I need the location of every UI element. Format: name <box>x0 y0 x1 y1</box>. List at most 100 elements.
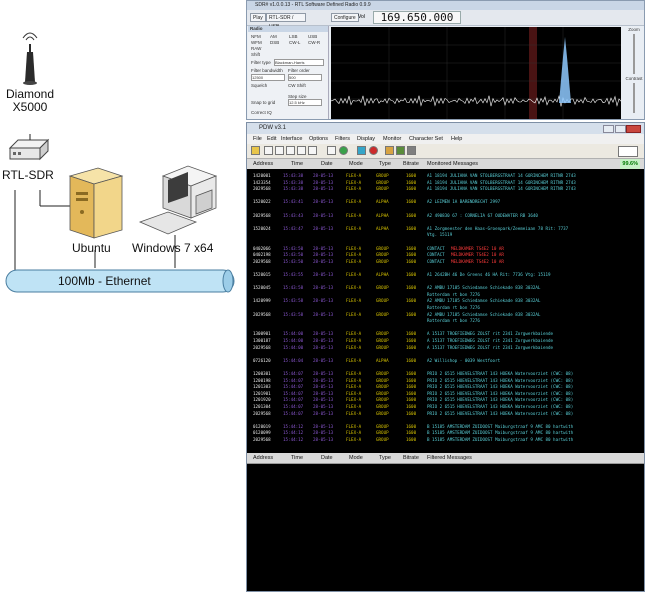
filter-col-type[interactable]: Type <box>379 453 391 463</box>
menu-help[interactable]: Help <box>451 134 462 144</box>
contrast-label: Contrast <box>625 76 643 81</box>
filter-order-input[interactable]: 500 <box>288 74 322 81</box>
col-messages[interactable]: Monitored Messages <box>427 159 478 169</box>
row-address: 1420999 <box>253 298 271 304</box>
copy2-icon[interactable] <box>275 146 284 155</box>
configure-button[interactable]: Configure <box>331 13 359 22</box>
document-icon[interactable] <box>308 146 317 155</box>
row-type: ALPHA <box>376 212 389 218</box>
filter-icon[interactable] <box>385 146 394 155</box>
filtered-messages-list[interactable] <box>247 464 644 591</box>
row-mode: FLEX-A <box>346 430 362 436</box>
row-time: 15:43:38 <box>283 186 304 192</box>
spectrum-display[interactable] <box>331 27 621 119</box>
paste2-icon[interactable] <box>297 146 306 155</box>
device-select[interactable]: RTL-SDR / USB <box>266 13 306 30</box>
menu-interface[interactable]: Interface <box>281 134 302 144</box>
filter-type-select[interactable]: Blackman-Harris <box>274 59 324 66</box>
filter-col-mode[interactable]: Mode <box>349 453 363 463</box>
filter-col-address[interactable]: Address <box>253 453 273 463</box>
row-message: A1 18194 JULIANA VAN STOLBERGSTRAAT 14 G… <box>427 186 576 192</box>
close-button[interactable] <box>626 125 641 133</box>
filter-col-messages[interactable]: Filtered Messages <box>427 453 472 463</box>
help-icon[interactable] <box>407 146 416 155</box>
zoom-slider[interactable] <box>633 34 635 74</box>
row-time: 15:44:00 <box>283 338 304 343</box>
paste-icon[interactable] <box>286 146 295 155</box>
col-date[interactable]: Date <box>321 159 333 169</box>
snap-to-grid-checkbox[interactable]: Snap to grid <box>251 100 275 105</box>
maximize-button[interactable] <box>615 125 626 133</box>
radio-panel: Radio NFM AM LSB USB WFM DSB CW-L CW-R RAW Shift… <box>248 26 329 119</box>
menu-edit[interactable]: Edit <box>267 134 276 144</box>
stop-icon[interactable] <box>369 146 378 155</box>
row-mode: FLEX-A <box>346 338 362 343</box>
row-address: 1201920 <box>253 397 271 403</box>
row-type: GROUP <box>376 331 389 337</box>
play-button[interactable]: Play <box>250 13 266 22</box>
row-time: 15:44:12 <box>283 437 304 442</box>
row-message: A2 LEIMEN 1A BARENDRECHT 2997 <box>427 199 501 205</box>
mode-radio-nfm[interactable]: NFM <box>251 34 261 39</box>
row-date: 28-05-13 <box>313 272 334 277</box>
row-mode: FLEX-A <box>346 225 362 231</box>
row-message: PRIO 2 6515 HOEVELSTRAAT 143 HOEKA Water… <box>427 404 574 409</box>
row-message: A 15137 TROEFIEDWEG ZOLST rit 2341 Zorgw… <box>427 338 554 343</box>
row-type: GROUP <box>376 390 389 396</box>
row-bitrate: 1600 <box>406 258 417 264</box>
col-time[interactable]: Time <box>291 159 303 169</box>
row-time: 15:44:07 <box>283 390 304 396</box>
correct-iq-checkbox[interactable]: Correct IQ <box>251 110 272 115</box>
filter-col-date[interactable]: Date <box>321 453 333 463</box>
row-message: PRIO 2 6515 HOEVELSTRAAT 143 HOEKA Water… <box>427 384 574 390</box>
monitor-icon[interactable] <box>357 146 366 155</box>
mode-radio-usb[interactable]: USB <box>308 34 317 39</box>
row-mode: FLEX-A <box>346 344 362 350</box>
filter-col-bitrate[interactable]: Bitrate <box>403 453 419 463</box>
menu-monitor[interactable]: Monitor <box>383 134 401 144</box>
mode-radio-lsb[interactable]: LSB <box>289 34 298 39</box>
copy-icon[interactable] <box>264 146 273 155</box>
monitored-messages-list[interactable]: 1420001 15:43:38 28-05-13 FLEX-A GROUP 1600 A1… <box>247 169 644 454</box>
row-type: GROUP <box>376 423 389 429</box>
row-bitrate: 1600 <box>406 338 417 343</box>
row-type: ALPHA <box>376 225 389 231</box>
pdw-toolbar <box>247 144 644 159</box>
col-address[interactable]: Address <box>253 159 273 169</box>
mode-radio-dsb[interactable]: DSB <box>270 40 279 45</box>
mode-radio-wfm[interactable]: WFM <box>251 40 262 45</box>
step-size-select[interactable]: 12.5 kHz <box>288 99 322 106</box>
mode-radio-am[interactable]: AM <box>270 34 277 39</box>
squelch-checkbox[interactable]: Squelch <box>251 83 267 88</box>
mode-radio-cw-r[interactable]: CW-R <box>308 40 320 45</box>
menu-file[interactable]: File <box>253 134 262 144</box>
menu-filters[interactable]: Filters <box>335 134 350 144</box>
menu-display[interactable]: Display <box>357 134 375 144</box>
row-mode: FLEX-A <box>346 357 362 363</box>
row-mode: FLEX-A <box>346 186 362 192</box>
open-folder-icon[interactable] <box>251 146 260 155</box>
minimize-button[interactable] <box>603 125 614 133</box>
row-mode: FLEX-A <box>346 311 362 317</box>
alert-icon[interactable] <box>327 146 336 155</box>
filter-col-time[interactable]: Time <box>291 453 303 463</box>
frequency-display[interactable]: 169.650.000 <box>373 11 461 24</box>
mode-radio-raw[interactable]: RAW <box>251 46 261 51</box>
record-icon[interactable] <box>339 146 348 155</box>
menu-options[interactable]: Options <box>309 134 328 144</box>
pdw-menu-bar: File Edit Interface Options Filters Disp… <box>247 134 644 144</box>
row-bitrate: 1600 <box>406 437 417 442</box>
row-mode: FLEX-A <box>346 212 362 218</box>
rtl-sdr-icon <box>8 134 50 161</box>
rtl-sdr-label: RTL-SDR <box>2 168 54 182</box>
settings-icon[interactable] <box>396 146 405 155</box>
filter-bandwidth-input[interactable]: 12500 <box>251 74 285 81</box>
row-address: 1200198 <box>253 377 271 383</box>
contrast-slider[interactable] <box>633 83 635 113</box>
menu-character-set[interactable]: Character Set <box>409 134 443 144</box>
row-bitrate: 1600 <box>406 404 417 409</box>
col-type[interactable]: Type <box>379 159 391 169</box>
col-mode[interactable]: Mode <box>349 159 363 169</box>
mode-radio-cw-l[interactable]: CW-L <box>289 40 300 45</box>
col-bitrate[interactable]: Bitrate <box>403 159 419 169</box>
